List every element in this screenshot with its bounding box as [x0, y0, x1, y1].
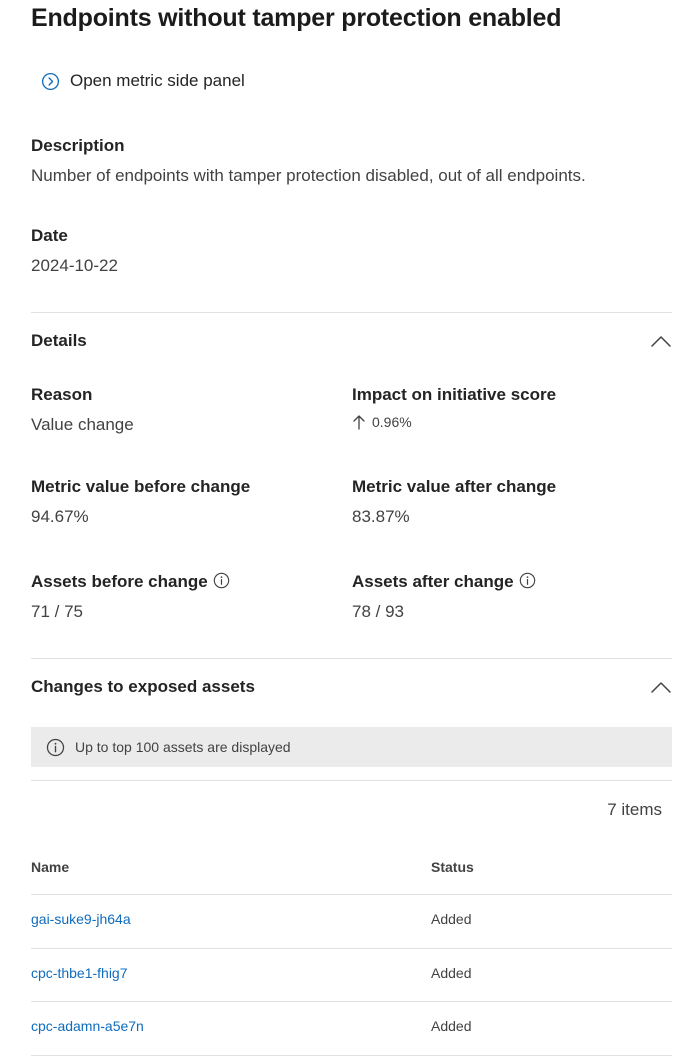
table-divider	[31, 948, 672, 949]
divider	[31, 658, 672, 659]
column-header-name[interactable]: Name	[31, 859, 69, 875]
info-icon[interactable]	[213, 572, 230, 589]
column-header-status[interactable]: Status	[431, 859, 474, 875]
impact-label: Impact on initiative score	[352, 385, 557, 404]
chevron-up-icon	[651, 682, 671, 693]
table-row-name-link[interactable]: cpc-thbe1-fhig7	[31, 965, 128, 981]
arrow-up-icon	[353, 415, 365, 430]
chevron-up-icon	[651, 336, 671, 347]
divider	[31, 780, 672, 781]
date-label: Date	[31, 226, 68, 245]
changes-heading: Changes to exposed assets	[31, 677, 255, 696]
items-count: 7 items	[607, 800, 662, 819]
table-divider	[31, 1055, 672, 1056]
metric-detail-panel: Endpoints without tamper protection enab…	[0, 0, 700, 1057]
info-banner: Up to top 100 assets are displayed	[31, 727, 672, 767]
assets-after-value: 78 / 93	[352, 602, 404, 621]
table-row-status: Added	[431, 965, 472, 981]
impact-value-group: 0.96%	[352, 414, 412, 430]
changes-section-header[interactable]: Changes to exposed assets	[31, 673, 672, 703]
details-section-header[interactable]: Details	[31, 327, 672, 357]
table-row-name-link[interactable]: gai-suke9-jh64a	[31, 911, 131, 927]
reason-label: Reason	[31, 385, 93, 404]
info-icon[interactable]	[519, 572, 536, 589]
divider	[31, 312, 672, 313]
impact-value: 0.96%	[372, 414, 412, 430]
reason-value: Value change	[31, 415, 134, 434]
page-title: Endpoints without tamper protection enab…	[31, 4, 562, 32]
assets-before-label: Assets before change	[31, 572, 208, 591]
table-row-status: Added	[431, 911, 472, 927]
assets-after-label-group: Assets after change	[352, 572, 536, 592]
details-heading: Details	[31, 331, 87, 350]
description-value: Number of endpoints with tamper protecti…	[31, 166, 586, 185]
table-row-name-link[interactable]: cpc-adamn-a5e7n	[31, 1018, 144, 1034]
metric-after-label: Metric value after change	[352, 477, 557, 496]
metric-after-value: 83.87%	[352, 507, 410, 526]
assets-before-label-group: Assets before change	[31, 572, 230, 592]
info-icon	[46, 738, 65, 756]
description-label: Description	[31, 136, 125, 155]
table-divider	[31, 894, 672, 895]
metric-before-value: 94.67%	[31, 507, 89, 526]
assets-before-value: 71 / 75	[31, 602, 83, 621]
chevron-circle-right-icon	[41, 72, 60, 90]
metric-before-label: Metric value before change	[31, 477, 251, 496]
date-value: 2024-10-22	[31, 256, 118, 275]
table-divider	[31, 1001, 672, 1002]
table-row-status: Added	[431, 1018, 472, 1034]
open-side-panel-label: Open metric side panel	[70, 71, 245, 90]
info-banner-text: Up to top 100 assets are displayed	[75, 739, 291, 755]
open-side-panel-link[interactable]: Open metric side panel	[41, 71, 245, 91]
assets-after-label: Assets after change	[352, 572, 514, 591]
